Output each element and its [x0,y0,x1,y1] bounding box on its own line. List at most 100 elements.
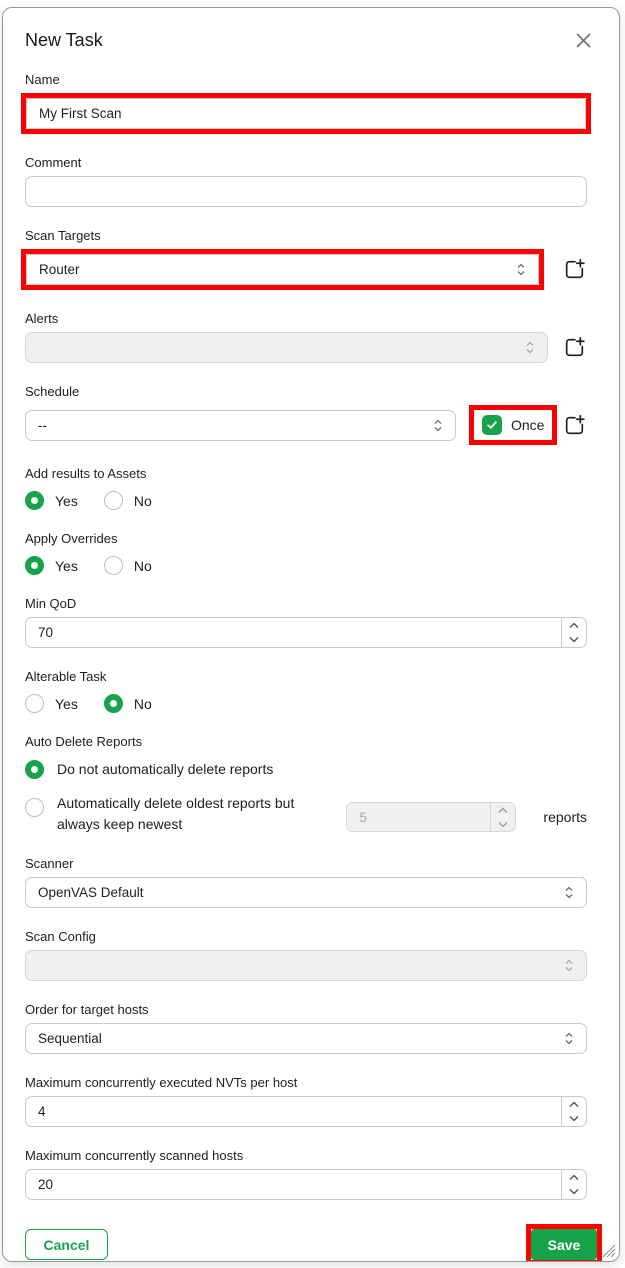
name-highlight-box [21,93,591,134]
add-results-no-label: No [134,493,152,509]
auto-delete-keep-all-radio[interactable] [25,760,44,779]
auto-delete-label: Auto Delete Reports [25,734,587,749]
max-hosts-decrement-icon[interactable] [562,1185,586,1200]
hosts-ordering-label: Order for target hosts [25,1002,587,1017]
save-button[interactable]: Save [531,1229,597,1260]
scanner-select[interactable]: OpenVAS Default [25,877,587,908]
alterable-task-field-group: Alterable Task Yes No [25,669,587,713]
scan-config-field-group: Scan Config [25,929,587,981]
hosts-ordering-select[interactable]: Sequential [25,1023,587,1054]
scan-targets-label: Scan Targets [25,228,587,243]
hosts-ordering-value: Sequential [38,1031,102,1046]
cancel-button[interactable]: Cancel [25,1229,108,1260]
alerts-field-group: Alerts [25,311,587,363]
comment-field-group: Comment [25,155,587,207]
once-checkbox[interactable] [482,415,502,435]
add-results-yes-radio[interactable] [25,491,44,510]
min-qod-spinner [25,617,587,648]
schedule-value: -- [38,418,47,433]
new-alert-icon[interactable] [561,335,587,361]
schedule-label: Schedule [25,384,587,399]
auto-delete-keep-all-label: Do not automatically delete reports [57,759,273,780]
chevron-updown-icon [563,885,575,900]
checkmark-icon [485,418,499,432]
scanner-value: OpenVAS Default [38,885,144,900]
min-qod-field-group: Min QoD [25,596,587,648]
once-highlight-box: Once [469,405,557,445]
keep-reports-decrement-icon [491,817,515,831]
scan-targets-highlight-box: Router [21,249,544,290]
schedule-select[interactable]: -- [25,410,456,441]
alterable-no-label: No [134,696,152,712]
scan-config-label: Scan Config [25,929,587,944]
max-hosts-label: Maximum concurrently scanned hosts [25,1148,587,1163]
min-qod-increment-icon[interactable] [562,618,586,633]
save-highlight-box: Save [526,1224,602,1262]
chevron-updown-icon [563,958,575,973]
new-task-dialog: New Task Name Comment Scan Targets Route… [2,7,620,1262]
new-target-icon[interactable] [561,257,587,283]
chevron-updown-icon [515,262,527,277]
name-field-group: Name [25,72,587,134]
comment-input[interactable] [25,176,587,207]
add-results-no-radio[interactable] [104,491,123,510]
alterable-no-radio[interactable] [104,694,123,713]
schedule-field-group: Schedule -- Once [25,384,587,445]
resize-handle[interactable] [602,1244,616,1258]
apply-overrides-no-radio[interactable] [104,556,123,575]
auto-delete-oldest-line2: always keep newest [57,816,182,832]
min-qod-label: Min QoD [25,596,587,611]
max-nvts-field-group: Maximum concurrently executed NVTs per h… [25,1075,587,1127]
chevron-updown-icon [432,418,444,433]
scan-targets-field-group: Scan Targets Router [25,228,587,290]
once-checkbox-label: Once [511,417,544,433]
min-qod-input[interactable] [26,618,556,647]
add-results-yes-label: Yes [55,493,78,509]
scan-config-select [25,950,587,981]
chevron-updown-icon [524,340,536,355]
keep-reports-spinner [346,802,516,832]
max-hosts-spinner [25,1169,587,1200]
close-icon[interactable] [573,31,593,51]
alerts-select [25,332,548,363]
scanner-field-group: Scanner OpenVAS Default [25,856,587,908]
dialog-header: New Task [25,30,587,51]
hosts-ordering-field-group: Order for target hosts Sequential [25,1002,587,1054]
alerts-label: Alerts [25,311,587,326]
auto-delete-oldest-line1: Automatically delete oldest reports but [57,795,294,811]
add-results-label: Add results to Assets [25,466,587,481]
max-nvts-spinner [25,1096,587,1127]
dialog-title: New Task [25,30,103,51]
auto-delete-oldest-radio[interactable] [25,798,44,817]
auto-delete-field-group: Auto Delete Reports Do not automatically… [25,734,587,835]
keep-reports-increment-icon [491,803,515,817]
new-schedule-icon[interactable] [561,412,587,438]
scan-targets-select[interactable]: Router [26,254,539,285]
apply-overrides-yes-radio[interactable] [25,556,44,575]
max-nvts-label: Maximum concurrently executed NVTs per h… [25,1075,587,1090]
apply-overrides-label: Apply Overrides [25,531,587,546]
name-label: Name [25,72,587,87]
apply-overrides-field-group: Apply Overrides Yes No [25,531,587,575]
max-nvts-input[interactable] [26,1097,556,1126]
apply-overrides-no-label: No [134,558,152,574]
max-hosts-increment-icon[interactable] [562,1170,586,1185]
max-nvts-increment-icon[interactable] [562,1097,586,1112]
alterable-task-label: Alterable Task [25,669,587,684]
reports-suffix-label: reports [543,809,587,825]
alterable-yes-label: Yes [55,696,78,712]
min-qod-decrement-icon[interactable] [562,633,586,648]
add-results-field-group: Add results to Assets Yes No [25,466,587,510]
comment-label: Comment [25,155,587,170]
scan-targets-value: Router [39,262,80,277]
apply-overrides-yes-label: Yes [55,558,78,574]
auto-delete-oldest-label: Automatically delete oldest reports but … [57,793,309,835]
keep-reports-input [347,803,485,831]
alterable-yes-radio[interactable] [25,694,44,713]
max-hosts-input[interactable] [26,1170,556,1199]
scanner-label: Scanner [25,856,587,871]
max-nvts-decrement-icon[interactable] [562,1112,586,1127]
name-input[interactable] [26,98,586,129]
dialog-footer: Cancel Save [25,1224,587,1262]
max-hosts-field-group: Maximum concurrently scanned hosts [25,1148,587,1200]
